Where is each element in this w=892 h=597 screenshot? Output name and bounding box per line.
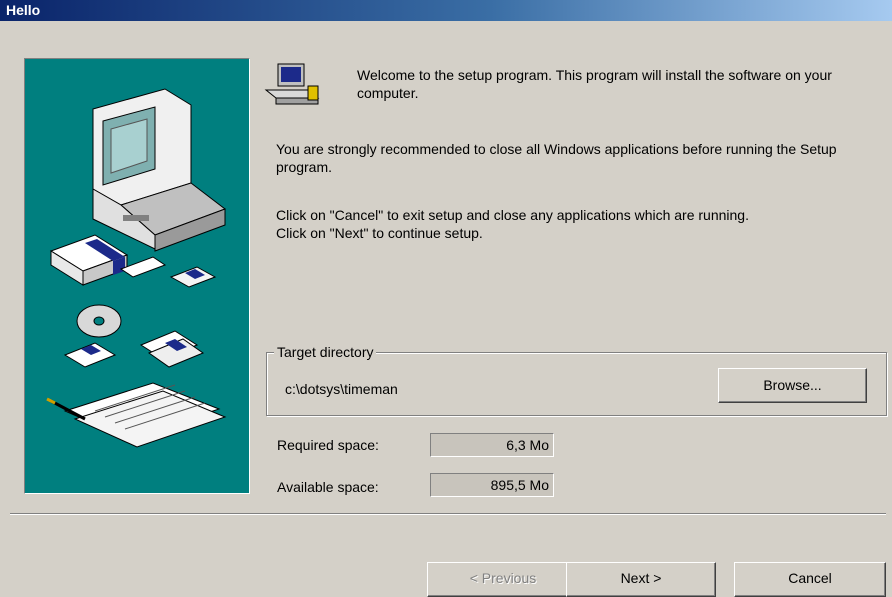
required-space-label: Required space:: [277, 437, 379, 453]
available-space-label: Available space:: [277, 479, 379, 495]
browse-button[interactable]: Browse...: [718, 368, 867, 403]
documents-illustration: [46, 382, 227, 448]
installer-illustration: [24, 58, 250, 494]
browse-button-label: Browse...: [763, 377, 822, 393]
welcome-text: Welcome to the setup program. This progr…: [357, 67, 832, 101]
required-space-value: 6,3 Mo: [430, 433, 554, 457]
window-title: Hello: [6, 2, 41, 18]
previous-button-label: < Previous: [469, 570, 537, 586]
target-directory-label: Target directory: [274, 344, 377, 360]
available-space-value: 895,5 Mo: [430, 473, 554, 497]
computer-illustration: [92, 88, 227, 252]
recommendation-text: You are strongly recommended to close al…: [276, 141, 837, 175]
cd-illustration: [76, 304, 122, 338]
title-bar[interactable]: Hello: [0, 0, 892, 21]
cancel-button-label: Cancel: [788, 570, 832, 586]
floppy-stack-illustration: [63, 330, 205, 368]
next-button-label: Next >: [620, 570, 662, 586]
next-hint-text: Click on "Next" to continue setup.: [276, 225, 483, 241]
cancel-hint-text: Click on "Cancel" to exit setup and clos…: [276, 207, 749, 223]
separator-line: [10, 513, 886, 515]
target-directory-path: c:\dotsys\timeman: [285, 381, 398, 397]
setup-window: Hello Welcome to the setup program. This…: [0, 0, 892, 597]
floppy-disk-illustration: [169, 266, 217, 288]
setup-computer-icon: [262, 62, 324, 108]
